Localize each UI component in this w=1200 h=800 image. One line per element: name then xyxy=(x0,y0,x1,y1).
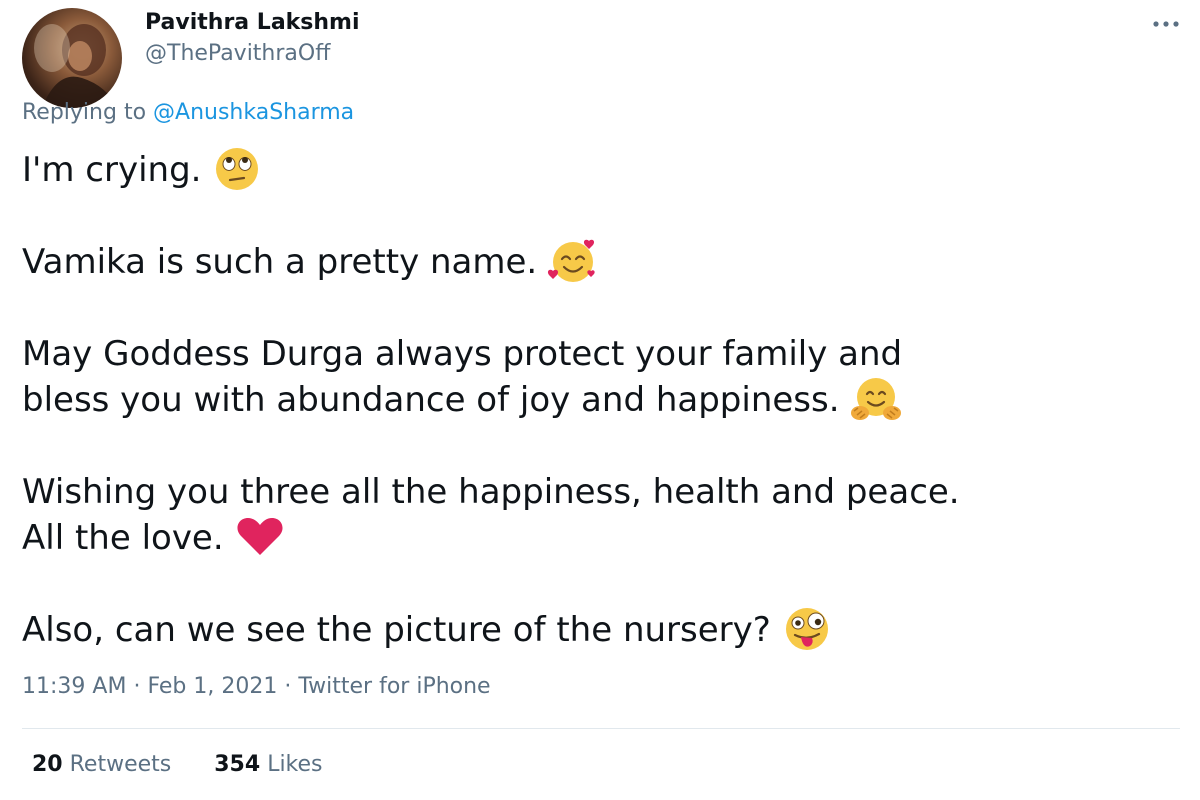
tweet-text-line: Wishing you three all the happiness, hea… xyxy=(22,469,960,515)
tweet-stats: 20 Retweets 354 Likes xyxy=(32,752,359,777)
tweet-text: I'm crying. xyxy=(22,150,202,190)
tweet-text: May Goddess Durga always protect your fa… xyxy=(22,334,903,374)
tweet-text-line: Also, can we see the picture of the nurs… xyxy=(22,607,835,656)
retweets-stat[interactable]: 20 Retweets xyxy=(32,752,178,777)
hugging-face-icon xyxy=(848,375,904,423)
reply-mention-link[interactable]: @AnushkaSharma xyxy=(153,100,354,125)
smiling-face-with-hearts-icon xyxy=(545,237,601,285)
tweet-text: Wishing you three all the happiness, hea… xyxy=(22,472,960,512)
display-name[interactable]: Pavithra Lakshmi xyxy=(145,10,360,35)
meta-separator: · xyxy=(133,674,141,699)
tweet-source[interactable]: Twitter for iPhone xyxy=(298,674,490,699)
tweet-text: Vamika is such a pretty name. xyxy=(22,242,538,282)
tweet-text-line: Vamika is such a pretty name. xyxy=(22,239,601,288)
tweet-text: Also, can we see the picture of the nurs… xyxy=(22,610,771,650)
tweet-meta: 11:39 AM · Feb 1, 2021 · Twitter for iPh… xyxy=(22,674,491,699)
retweets-count: 20 xyxy=(32,752,63,777)
tweet-text-line: All the love. xyxy=(22,515,288,564)
replying-to: Replying to @AnushkaSharma xyxy=(22,100,354,125)
divider xyxy=(22,728,1180,729)
likes-stat[interactable]: 354 Likes xyxy=(214,752,322,777)
tweet-text-line: May Goddess Durga always protect your fa… xyxy=(22,331,902,377)
zany-face-icon xyxy=(779,605,835,653)
tweet-card: Pavithra Lakshmi @ThePavithraOff Replyin… xyxy=(0,0,1200,800)
tweet-text: bless you with abundance of joy and happ… xyxy=(22,380,840,420)
tweet-date[interactable]: Feb 1, 2021 xyxy=(147,674,277,699)
replying-to-label: Replying to xyxy=(22,100,147,125)
likes-label: Likes xyxy=(267,752,323,777)
retweets-label: Retweets xyxy=(69,752,172,777)
avatar[interactable] xyxy=(22,8,122,108)
likes-count: 354 xyxy=(214,752,261,777)
tweet-text-line: I'm crying. xyxy=(22,147,265,196)
meta-separator: · xyxy=(284,674,292,699)
more-options-icon[interactable] xyxy=(1148,14,1188,34)
red-heart-icon xyxy=(232,513,288,561)
tweet-time[interactable]: 11:39 AM xyxy=(22,674,126,699)
tweet-text: All the love. xyxy=(22,518,224,558)
user-handle[interactable]: @ThePavithraOff xyxy=(145,41,330,66)
tweet-text-line: bless you with abundance of joy and happ… xyxy=(22,377,904,426)
face-with-rolling-eyes-icon xyxy=(209,145,265,193)
